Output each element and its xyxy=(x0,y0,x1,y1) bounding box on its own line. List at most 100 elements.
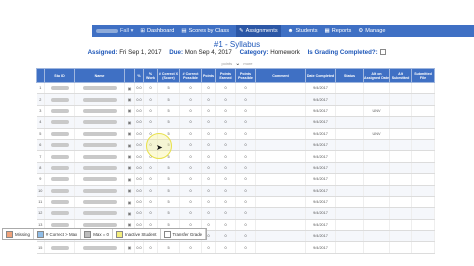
work-cell[interactable]: 0 xyxy=(143,105,158,118)
comment-cell[interactable] xyxy=(255,162,306,175)
nav-students[interactable]: ☻ Students xyxy=(288,28,318,34)
student-profile-icon[interactable]: ▣ xyxy=(124,128,135,140)
points-cell[interactable]: 0 xyxy=(201,93,216,106)
column-header[interactable]: Points Possible xyxy=(235,68,256,83)
points-possible-cell[interactable]: 0 xyxy=(235,150,256,163)
alt-submitted-cell[interactable] xyxy=(389,219,412,232)
table-row[interactable]: 11 ▣ 0.0 0 5 0 0 0 0 9/4/2017 xyxy=(36,196,435,209)
status-cell[interactable] xyxy=(335,82,364,95)
points-possible-cell[interactable]: 0 xyxy=(235,173,256,186)
table-row[interactable]: 15 ▣ 0.0 0 5 0 0 0 0 9/4/2017 xyxy=(36,241,435,254)
alt-submitted-cell[interactable] xyxy=(389,150,412,163)
comment-cell[interactable] xyxy=(255,241,306,254)
column-header[interactable]: Alt Submitted xyxy=(389,68,412,83)
comment-cell[interactable] xyxy=(255,116,306,129)
student-profile-icon[interactable]: ▣ xyxy=(124,162,135,175)
comment-cell[interactable] xyxy=(255,173,306,186)
column-header[interactable]: % Work xyxy=(143,68,158,83)
percent-cell[interactable]: 0.0 xyxy=(134,196,144,209)
column-header[interactable]: Status xyxy=(335,68,364,83)
submitted-file-cell[interactable] xyxy=(411,241,435,254)
points-earned-cell[interactable]: 0 xyxy=(215,128,236,140)
points-cell[interactable]: 0 xyxy=(201,139,216,152)
points-cell[interactable]: 0 xyxy=(201,196,216,209)
column-header[interactable]: Alt on Assigned Date xyxy=(363,68,390,83)
correct-possible-cell[interactable]: 0 xyxy=(179,173,202,186)
points-earned-cell[interactable]: 0 xyxy=(215,230,236,243)
points-earned-cell[interactable]: 0 xyxy=(215,219,236,232)
status-cell[interactable] xyxy=(335,116,364,129)
correct-possible-cell[interactable]: 0 xyxy=(179,150,202,163)
percent-cell[interactable]: 0.0 xyxy=(134,185,144,197)
submitted-file-cell[interactable] xyxy=(411,128,435,140)
submitted-file-cell[interactable] xyxy=(411,139,435,152)
points-earned-cell[interactable]: 0 xyxy=(215,105,236,118)
correct-possible-cell[interactable]: 0 xyxy=(179,162,202,175)
table-row[interactable]: 12 ▣ 0.0 0 5 0 0 0 0 9/4/2017 xyxy=(36,207,435,220)
submitted-file-cell[interactable] xyxy=(411,196,435,209)
points-possible-cell[interactable]: 0 xyxy=(235,207,256,220)
work-cell[interactable]: 0 xyxy=(143,82,158,95)
submitted-file-cell[interactable] xyxy=(411,93,435,106)
points-cell[interactable]: 0 xyxy=(201,241,216,254)
alt-submitted-cell[interactable] xyxy=(389,105,412,118)
points-possible-cell[interactable]: 0 xyxy=(235,230,256,243)
points-earned-cell[interactable]: 0 xyxy=(215,207,236,220)
status-cell[interactable] xyxy=(335,93,364,106)
correct-cell[interactable]: 5 xyxy=(157,105,180,118)
column-header[interactable]: # Correct Possible xyxy=(179,68,202,83)
alt-submitted-cell[interactable] xyxy=(389,93,412,106)
correct-possible-cell[interactable]: 0 xyxy=(179,196,202,209)
alt-submitted-cell[interactable] xyxy=(389,116,412,129)
student-profile-icon[interactable]: ▣ xyxy=(124,185,135,197)
student-profile-icon[interactable]: ▣ xyxy=(124,150,135,163)
alt-submitted-cell[interactable] xyxy=(389,196,412,209)
percent-cell[interactable]: 0.0 xyxy=(134,105,144,118)
correct-possible-cell[interactable]: 0 xyxy=(179,241,202,254)
alt-submitted-cell[interactable] xyxy=(389,230,412,243)
percent-cell[interactable]: 0.0 xyxy=(134,139,144,152)
nav-manage[interactable]: ⚙ Manage xyxy=(358,28,385,34)
comment-cell[interactable] xyxy=(255,82,306,95)
comment-cell[interactable] xyxy=(255,219,306,232)
correct-possible-cell[interactable]: 0 xyxy=(179,93,202,106)
points-earned-cell[interactable]: 0 xyxy=(215,241,236,254)
column-header[interactable]: Stu ID xyxy=(44,68,75,83)
alt-submitted-cell[interactable] xyxy=(389,82,412,95)
correct-possible-cell[interactable]: 0 xyxy=(179,128,202,140)
percent-cell[interactable]: 0.0 xyxy=(134,150,144,163)
points-possible-cell[interactable]: 0 xyxy=(235,116,256,129)
status-cell[interactable] xyxy=(335,185,364,197)
points-earned-cell[interactable]: 0 xyxy=(215,139,236,152)
correct-cell[interactable]: 5 xyxy=(157,162,180,175)
points-possible-cell[interactable]: 0 xyxy=(235,82,256,95)
submitted-file-cell[interactable] xyxy=(411,207,435,220)
points-possible-cell[interactable]: 0 xyxy=(235,93,256,106)
percent-cell[interactable]: 0.0 xyxy=(134,173,144,186)
points-cell[interactable]: 0 xyxy=(201,150,216,163)
student-profile-icon[interactable]: ▣ xyxy=(124,105,135,118)
points-possible-cell[interactable]: 0 xyxy=(235,196,256,209)
comment-cell[interactable] xyxy=(255,93,306,106)
status-cell[interactable] xyxy=(335,207,364,220)
points-possible-cell[interactable]: 0 xyxy=(235,219,256,232)
status-cell[interactable] xyxy=(335,219,364,232)
status-cell[interactable] xyxy=(335,173,364,186)
points-cell[interactable]: 0 xyxy=(201,185,216,197)
work-cell[interactable]: 0 xyxy=(143,93,158,106)
comment-cell[interactable] xyxy=(255,128,306,140)
correct-possible-cell[interactable]: 0 xyxy=(179,82,202,95)
nav-reports[interactable]: ▦ Reports xyxy=(325,28,352,34)
points-cell[interactable]: 0 xyxy=(201,105,216,118)
comment-cell[interactable] xyxy=(255,230,306,243)
correct-cell[interactable]: 5 xyxy=(157,82,180,95)
points-possible-cell[interactable]: 0 xyxy=(235,162,256,175)
student-profile-icon[interactable]: ▣ xyxy=(124,93,135,106)
table-row[interactable]: 8 ▣ 0.0 0 5 0 0 0 0 9/4/2017 xyxy=(36,162,435,175)
points-cell[interactable]: 0 xyxy=(201,82,216,95)
table-row[interactable]: 9 ▣ 0.0 0 5 0 0 0 0 9/4/2017 xyxy=(36,173,435,186)
table-row[interactable]: 1 ▣ 0.0 0 5 0 0 0 0 9/4/2017 xyxy=(36,82,435,95)
correct-possible-cell[interactable]: 0 xyxy=(179,185,202,197)
column-header[interactable]: Name xyxy=(74,68,125,83)
column-header[interactable]: Points Earned xyxy=(215,68,236,83)
